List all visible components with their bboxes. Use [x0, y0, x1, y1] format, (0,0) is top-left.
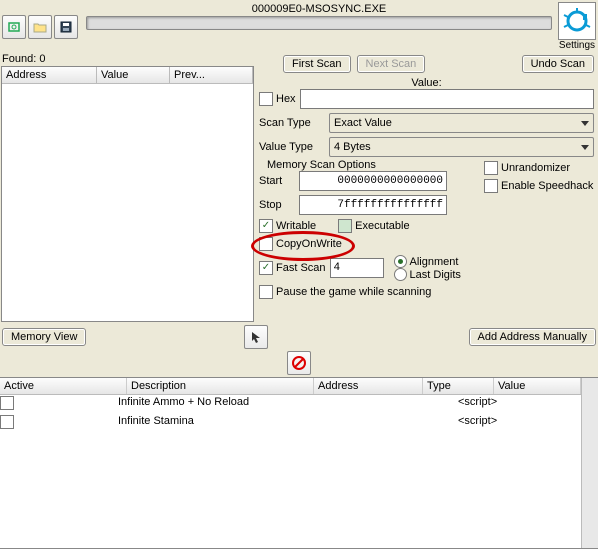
- found-count: 0: [39, 53, 45, 65]
- mem-options-frame: Memory Scan Options: [265, 159, 378, 171]
- cheat-table-body[interactable]: Infinite Ammo + No Reload<script>Infinit…: [0, 395, 581, 548]
- executable-checkbox[interactable]: [338, 219, 352, 233]
- value-heading: Value:: [411, 77, 441, 89]
- found-count-label: Found: 0: [0, 53, 255, 65]
- value-type-label: Value Type: [259, 141, 325, 153]
- add-address-button[interactable]: Add Address Manually: [469, 328, 596, 346]
- col-value2[interactable]: Value: [494, 378, 581, 394]
- writable-checkbox[interactable]: [259, 219, 273, 233]
- entry-address[interactable]: [296, 415, 396, 432]
- col-value[interactable]: Value: [97, 67, 170, 83]
- value-input[interactable]: [300, 89, 594, 109]
- start-input[interactable]: [299, 171, 447, 191]
- vertical-scrollbar[interactable]: [581, 378, 598, 548]
- open-process-icon[interactable]: [2, 15, 26, 39]
- col-type[interactable]: Type: [423, 378, 494, 394]
- stop-label: Stop: [259, 199, 295, 211]
- scan-results-table[interactable]: Address Value Prev...: [1, 66, 254, 322]
- pause-label: Pause the game while scanning: [276, 286, 431, 298]
- fastscan-value-input[interactable]: [330, 258, 384, 278]
- scan-type-dropdown[interactable]: Exact Value: [329, 113, 594, 133]
- speedhack-checkbox[interactable]: [484, 179, 498, 193]
- value-type-dropdown[interactable]: 4 Bytes: [329, 137, 594, 157]
- fastscan-checkbox[interactable]: [259, 261, 273, 275]
- save-icon[interactable]: [54, 15, 78, 39]
- next-scan-button: Next Scan: [357, 55, 426, 73]
- speedhack-label: Enable Speedhack: [501, 180, 593, 192]
- entry-description[interactable]: Infinite Stamina: [118, 415, 296, 432]
- writable-label: Writable: [276, 220, 316, 232]
- entry-active-checkbox[interactable]: [0, 396, 14, 410]
- unrandomizer-label: Unrandomizer: [501, 162, 570, 174]
- entry-value[interactable]: <script>: [458, 415, 581, 432]
- entry-active-checkbox[interactable]: [0, 415, 14, 429]
- hex-label: Hex: [276, 93, 296, 105]
- process-title: 000009E0-MSOSYNC.EXE: [86, 2, 552, 16]
- copyonwrite-checkbox[interactable]: [259, 237, 273, 251]
- col-prev[interactable]: Prev...: [170, 67, 253, 83]
- cheat-engine-logo[interactable]: [558, 2, 596, 40]
- alignment-label: Alignment: [410, 256, 459, 268]
- entry-description[interactable]: Infinite Ammo + No Reload: [118, 396, 296, 413]
- open-file-icon[interactable]: [28, 15, 52, 39]
- memory-view-button[interactable]: Memory View: [2, 328, 86, 346]
- pause-checkbox[interactable]: [259, 285, 273, 299]
- fastscan-label: Fast Scan: [276, 262, 326, 274]
- pointer-tool-icon[interactable]: [244, 325, 268, 349]
- entry-address[interactable]: [296, 396, 396, 413]
- hex-checkbox[interactable]: [259, 92, 273, 106]
- col-address[interactable]: Address: [2, 67, 97, 83]
- entry-type[interactable]: [396, 396, 458, 413]
- col-address2[interactable]: Address: [314, 378, 423, 394]
- table-row[interactable]: Infinite Stamina <script>: [0, 414, 581, 433]
- scan-type-label: Scan Type: [259, 117, 325, 129]
- copyonwrite-label: CopyOnWrite: [276, 238, 342, 250]
- lastdigits-radio[interactable]: [394, 268, 407, 281]
- stop-icon[interactable]: [287, 351, 311, 375]
- unrandomizer-checkbox[interactable]: [484, 161, 498, 175]
- entry-type[interactable]: [396, 415, 458, 432]
- executable-label: Executable: [355, 220, 409, 232]
- stop-input[interactable]: [299, 195, 447, 215]
- first-scan-button[interactable]: First Scan: [283, 55, 351, 73]
- col-description[interactable]: Description: [127, 378, 314, 394]
- settings-label[interactable]: Settings: [559, 40, 595, 51]
- col-active[interactable]: Active: [0, 378, 127, 394]
- lastdigits-label: Last Digits: [410, 269, 461, 281]
- progress-bar: [86, 16, 552, 30]
- cheat-table-header: Active Description Address Type Value: [0, 378, 581, 395]
- start-label: Start: [259, 175, 295, 187]
- table-row[interactable]: Infinite Ammo + No Reload <script>: [0, 395, 581, 414]
- alignment-radio[interactable]: [394, 255, 407, 268]
- entry-value[interactable]: <script>: [458, 396, 581, 413]
- undo-scan-button[interactable]: Undo Scan: [522, 55, 594, 73]
